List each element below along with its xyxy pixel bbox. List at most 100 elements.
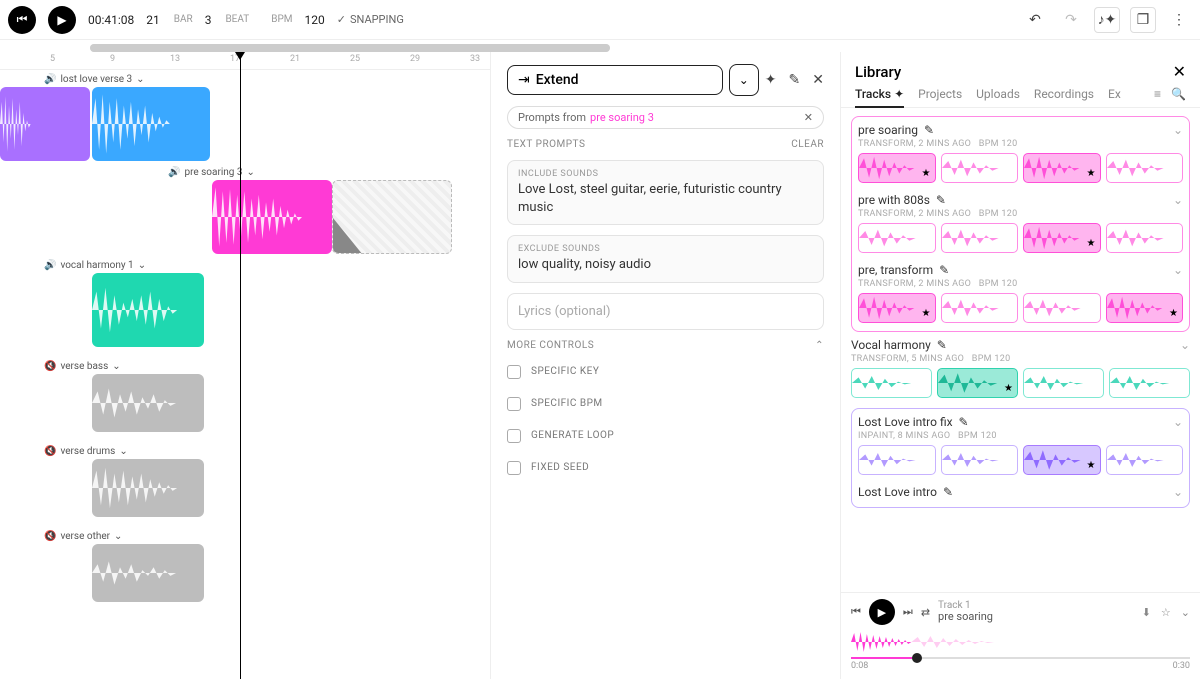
library-clip[interactable] — [941, 223, 1019, 253]
tab-projects[interactable]: Projects — [918, 87, 962, 101]
extend-button[interactable]: ⇥Extend — [507, 65, 723, 95]
library-clip[interactable] — [1106, 153, 1184, 183]
pencil-icon[interactable]: ✎ — [959, 415, 969, 429]
player-shuffle-icon[interactable]: ⇄ — [921, 606, 930, 619]
library-clip[interactable] — [941, 445, 1019, 475]
library-clip[interactable] — [851, 368, 932, 398]
redo-icon[interactable]: ↷ — [1058, 7, 1084, 33]
tool-layers-icon[interactable]: ❐ — [1130, 7, 1156, 33]
library-clip[interactable] — [858, 445, 936, 475]
player-seek[interactable] — [851, 657, 1190, 659]
library-item[interactable]: Lost Love intro fix ✎⌄ — [858, 415, 1183, 429]
library-clip[interactable]: ★ — [1023, 445, 1101, 475]
extend-dropdown[interactable]: ⌄ — [729, 64, 759, 96]
skip-back-button[interactable]: ⏮ — [8, 6, 36, 34]
library-clip[interactable] — [1106, 223, 1184, 253]
close-panel-icon[interactable]: ✕ — [812, 72, 824, 88]
star-icon[interactable]: ★ — [1004, 383, 1013, 394]
search-icon[interactable]: 🔍 — [1171, 87, 1186, 101]
pencil-icon[interactable]: ✎ — [943, 485, 953, 499]
tab-uploads[interactable]: Uploads — [976, 87, 1020, 101]
track-label[interactable]: 🔇 verse drums ⌄ — [44, 446, 490, 457]
clip-vocal-harmony[interactable] — [92, 273, 204, 347]
include-sounds-input[interactable]: INCLUDE SOUNDS Love Lost, steel guitar, … — [507, 160, 824, 225]
clip-lost-love-b[interactable] — [92, 87, 210, 161]
library-clip[interactable]: ★ — [858, 293, 936, 323]
track-label[interactable]: 🔊 vocal harmony 1 ⌄ — [44, 260, 490, 271]
track-label[interactable]: 🔊 lost love verse 3 ⌄ — [44, 74, 490, 85]
library-item[interactable]: pre, transform ✎⌄ — [858, 263, 1183, 277]
pencil-icon[interactable]: ✎ — [939, 263, 949, 277]
star-icon[interactable]: ★ — [922, 308, 931, 319]
remove-prompt-source-icon[interactable]: ✕ — [804, 111, 813, 124]
library-clip[interactable]: ★ — [937, 368, 1018, 398]
filter-icon[interactable]: ≡ — [1154, 87, 1161, 101]
pencil-icon[interactable]: ✎ — [924, 123, 934, 137]
more-menu-icon[interactable]: ⋮ — [1166, 7, 1192, 33]
fixed-seed-checkbox[interactable]: FIXED SEED — [507, 457, 824, 479]
library-item[interactable]: Vocal harmony ✎⌄ — [851, 338, 1190, 352]
pencil-icon[interactable]: ✎ — [789, 72, 801, 88]
player-waveform[interactable] — [851, 629, 1190, 655]
library-clip[interactable]: ★ — [1023, 223, 1101, 253]
generate-loop-checkbox[interactable]: GENERATE LOOP — [507, 425, 824, 447]
pencil-icon[interactable]: ✎ — [937, 338, 947, 352]
star-icon[interactable]: ★ — [1087, 168, 1096, 179]
track-label[interactable]: 🔇 verse bass ⌄ — [44, 361, 490, 372]
prompts-from-pill[interactable]: Prompts from pre soaring 3 ✕ — [507, 106, 824, 129]
seek-knob[interactable] — [912, 653, 922, 663]
player-next-icon[interactable]: ⏭ — [903, 605, 913, 619]
exclude-sounds-input[interactable]: EXCLUDE SOUNDS low quality, noisy audio — [507, 235, 824, 283]
library-clip[interactable]: ★ — [858, 153, 936, 183]
library-clip[interactable] — [1106, 445, 1184, 475]
tab-more[interactable]: Ex — [1108, 87, 1121, 101]
tool-music-icon[interactable]: ♪✦ — [1094, 7, 1120, 33]
star-icon[interactable]: ★ — [1087, 238, 1096, 249]
track-label[interactable]: 🔊 pre soaring 3 ⌄ — [168, 167, 490, 178]
star-icon[interactable]: ★ — [1169, 308, 1178, 319]
library-clip[interactable]: ★ — [1106, 293, 1184, 323]
star-icon[interactable]: ★ — [1087, 460, 1096, 471]
more-controls-toggle[interactable]: MORE CONTROLS ⌃ — [507, 340, 824, 351]
library-clip[interactable] — [941, 293, 1019, 323]
library-item[interactable]: pre soaring ✎⌄ — [858, 123, 1183, 137]
library-clip[interactable] — [1023, 368, 1104, 398]
snapping-toggle[interactable]: ✓ SNAPPING — [337, 13, 404, 26]
library-clip[interactable] — [1109, 368, 1190, 398]
library-clip[interactable] — [1023, 293, 1101, 323]
scroll-thumb[interactable] — [90, 44, 610, 52]
library-clip[interactable]: ★ — [1023, 153, 1101, 183]
player-prev-icon[interactable]: ⏮ — [851, 605, 861, 619]
undo-icon[interactable]: ↶ — [1022, 7, 1048, 33]
player-duration: 0:30 — [1173, 661, 1190, 671]
playhead[interactable] — [240, 52, 241, 679]
clip-extend-region[interactable] — [332, 180, 452, 254]
tab-tracks[interactable]: Tracks ✦ — [855, 87, 904, 101]
star-icon[interactable]: ☆ — [1161, 606, 1171, 619]
download-icon[interactable]: ⬇ — [1142, 606, 1151, 619]
clear-button[interactable]: CLEAR — [791, 139, 824, 150]
star-icon[interactable]: ★ — [922, 168, 931, 179]
clip-pre-soaring[interactable] — [212, 180, 332, 254]
clip-verse-other[interactable] — [92, 544, 204, 602]
sparkle-icon[interactable]: ✦ — [765, 72, 777, 88]
library-item[interactable]: pre with 808s ✎⌄ — [858, 193, 1183, 207]
tab-recordings[interactable]: Recordings — [1034, 87, 1094, 101]
library-clip[interactable] — [941, 153, 1019, 183]
specific-bpm-checkbox[interactable]: SPECIFIC BPM — [507, 393, 824, 415]
lyrics-input[interactable]: Lyrics (optional) — [507, 293, 824, 330]
timeline[interactable]: 5 9 13 17 21 25 29 33 🔊 lost love verse … — [0, 52, 490, 679]
pencil-icon[interactable]: ✎ — [936, 193, 946, 207]
play-button[interactable]: ▶ — [48, 6, 76, 34]
clip-verse-drums[interactable] — [92, 459, 204, 517]
clip-lost-love-a[interactable] — [0, 87, 90, 161]
clip-verse-bass[interactable] — [92, 374, 204, 432]
library-clip[interactable] — [858, 223, 936, 253]
chevron-down-icon[interactable]: ⌄ — [1181, 606, 1190, 619]
track-label[interactable]: 🔇 verse other ⌄ — [44, 531, 490, 542]
close-library-icon[interactable]: ✕ — [1173, 62, 1186, 81]
specific-key-checkbox[interactable]: SPECIFIC KEY — [507, 361, 824, 383]
timeline-scrollbar[interactable] — [90, 44, 610, 52]
library-item[interactable]: Lost Love intro ✎⌄ — [858, 485, 1183, 499]
player-play-button[interactable]: ▶ — [869, 599, 895, 625]
